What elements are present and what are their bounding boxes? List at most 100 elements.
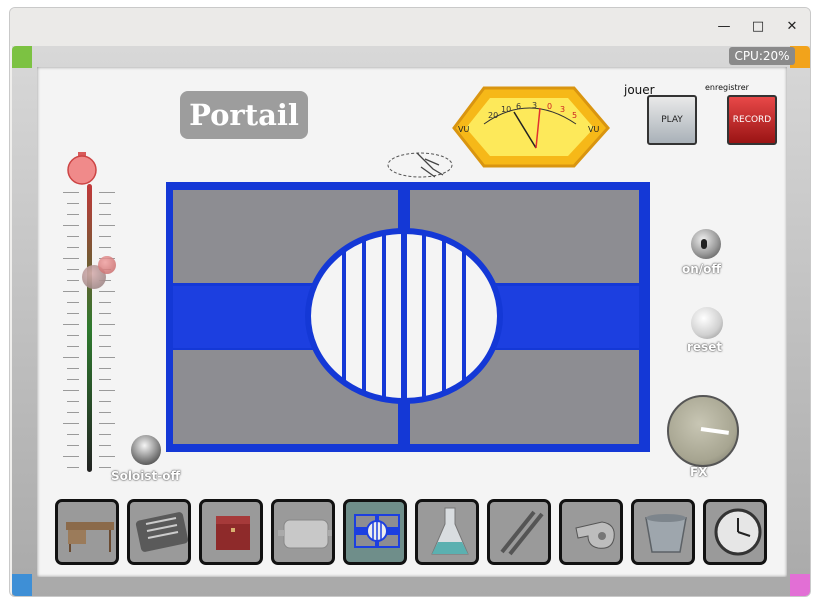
slider-tick xyxy=(99,434,111,435)
slider-tick xyxy=(99,368,111,369)
soloist-label: Soloist-off xyxy=(111,469,181,483)
tray-item-portal[interactable] xyxy=(343,499,407,565)
tray-item-cutlery-tray[interactable] xyxy=(127,499,191,565)
slider-tick xyxy=(99,291,115,292)
vu-scale-0: 0 xyxy=(547,102,552,111)
slider-tick xyxy=(99,401,111,402)
volume-slider-track[interactable] xyxy=(87,184,92,472)
slider-tick xyxy=(99,313,111,314)
play-button[interactable]: PLAY xyxy=(647,95,697,145)
window-titlebar: — □ ✕ xyxy=(10,8,810,46)
vu-scale-3: 3 xyxy=(532,101,537,110)
slider-tick xyxy=(99,379,111,380)
tray-item-glass-bowl[interactable] xyxy=(631,499,695,565)
flask-icon xyxy=(431,507,469,555)
slider-tick xyxy=(67,302,79,303)
slider-tick xyxy=(63,225,79,226)
cpu-indicator: CPU:20% xyxy=(729,47,795,65)
record-button[interactable]: RECORD xyxy=(727,95,777,145)
glass-bowl-icon xyxy=(645,514,687,553)
reset-button[interactable] xyxy=(691,307,723,339)
slider-tick xyxy=(67,401,79,402)
slider-tick xyxy=(67,445,79,446)
slider-tick xyxy=(99,335,111,336)
slider-tick xyxy=(99,412,111,413)
onoff-label: on/off xyxy=(682,262,722,276)
vu-scale-20: 20 xyxy=(488,111,498,120)
whiteboard: Portail VU VU 20 10 6 3 0 3 5 jouer PLAY xyxy=(37,67,787,577)
slider-tick xyxy=(99,225,115,226)
slider-tick xyxy=(67,434,79,435)
sketch-icon xyxy=(387,152,453,178)
page-title: Portail xyxy=(180,91,308,139)
vu-meter-face xyxy=(466,98,594,156)
slider-tick xyxy=(67,379,79,380)
tray-item-whistle[interactable] xyxy=(559,499,623,565)
slider-tick xyxy=(99,302,111,303)
slider-tick xyxy=(67,214,79,215)
slider-tick xyxy=(67,269,79,270)
slider-tick xyxy=(67,313,79,314)
slider-tick xyxy=(63,258,79,259)
corner-green-cap xyxy=(12,46,32,68)
tray-item-red-box[interactable] xyxy=(199,499,263,565)
slider-tick xyxy=(99,357,115,358)
tray-item-clock[interactable] xyxy=(703,499,767,565)
slider-tick xyxy=(99,214,111,215)
slider-tick xyxy=(99,203,111,204)
slider-tick xyxy=(63,291,79,292)
slider-tick xyxy=(67,236,79,237)
slider-tick xyxy=(99,456,115,457)
slider-tick xyxy=(63,192,79,193)
reset-label: reset xyxy=(687,340,723,354)
whiteboard-frame: CPU:20% Portail VU VU 20 10 6 3 0 3 5 jo… xyxy=(12,46,810,596)
metal-rods-icon xyxy=(500,510,544,556)
corner-pink-cap xyxy=(790,574,810,596)
cutlery-tray-icon xyxy=(135,512,188,552)
minimize-button[interactable]: — xyxy=(716,19,732,35)
maximize-button[interactable]: □ xyxy=(750,19,766,35)
slider-tick xyxy=(63,456,79,457)
volume-slider-marker[interactable] xyxy=(98,256,116,274)
portal-icon xyxy=(354,514,400,548)
whistle-icon xyxy=(575,521,615,549)
record-caption: enregistrer xyxy=(705,83,749,92)
portal-image xyxy=(166,182,650,452)
vu-scale-10: 10 xyxy=(501,105,511,114)
slider-tick xyxy=(99,423,115,424)
vu-scale-3b: 3 xyxy=(560,105,565,114)
slider-tick xyxy=(99,390,115,391)
slider-tick xyxy=(99,346,111,347)
stopwatch-icon[interactable] xyxy=(64,150,104,190)
tray-item-flask[interactable] xyxy=(415,499,479,565)
slider-tick xyxy=(67,280,79,281)
slider-tick xyxy=(63,324,79,325)
slider-tick xyxy=(67,335,79,336)
fx-label: FX xyxy=(690,465,708,479)
slider-tick xyxy=(63,357,79,358)
corner-blue-cap xyxy=(12,574,32,596)
vu-meter: VU VU 20 10 6 3 0 3 5 xyxy=(452,86,610,168)
tray-item-metal-rods[interactable] xyxy=(487,499,551,565)
stopwatch-body xyxy=(67,155,97,185)
onoff-indicator xyxy=(701,239,707,249)
slider-tick xyxy=(63,423,79,424)
app-window: — □ ✕ CPU:20% Portail VU VU 20 10 6 3 0 … xyxy=(9,7,811,597)
slider-tick xyxy=(67,412,79,413)
tray-item-metal-tray[interactable] xyxy=(271,499,335,565)
close-button[interactable]: ✕ xyxy=(784,19,800,35)
slider-tick xyxy=(67,247,79,248)
red-box-icon xyxy=(216,516,250,550)
desk-icon xyxy=(66,522,114,552)
vu-scale-6: 6 xyxy=(516,102,521,111)
slider-tick xyxy=(99,467,111,468)
clock-icon xyxy=(714,508,762,556)
soloist-toggle-button[interactable] xyxy=(131,435,161,465)
slider-tick xyxy=(63,390,79,391)
vu-right-label: VU xyxy=(588,125,599,134)
metal-tray-icon xyxy=(278,519,332,549)
slider-tick xyxy=(67,203,79,204)
vu-left-label: VU xyxy=(458,125,469,134)
tray-item-desk[interactable] xyxy=(55,499,119,565)
slider-tick xyxy=(99,324,115,325)
